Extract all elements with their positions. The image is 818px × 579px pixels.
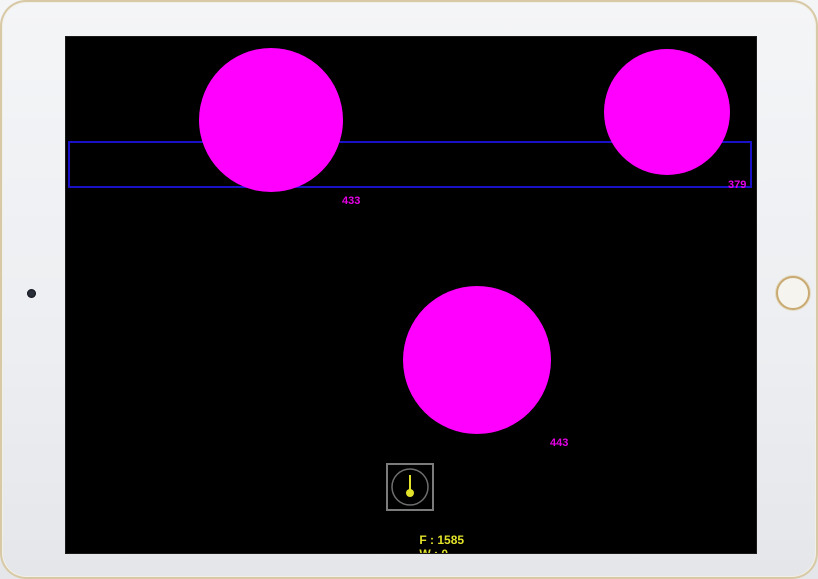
w-stat-label: W — [419, 547, 430, 554]
w-stat-value: 0 — [441, 547, 448, 554]
gauge-dial-icon — [391, 468, 429, 506]
ball-3-label: 443 — [550, 437, 569, 449]
ball-1[interactable] — [199, 48, 343, 192]
game-screen[interactable]: 433 379 443 F : 1585 W : 0 — [66, 37, 756, 553]
ball-1-label: 433 — [342, 195, 361, 207]
ball-3[interactable] — [403, 286, 551, 434]
w-stat: W : 0 — [406, 535, 448, 554]
ball-2-label: 379 — [728, 179, 747, 191]
home-button[interactable] — [776, 276, 810, 310]
ball-2[interactable] — [604, 49, 730, 175]
camera-icon — [27, 289, 36, 298]
direction-gauge — [386, 463, 434, 511]
